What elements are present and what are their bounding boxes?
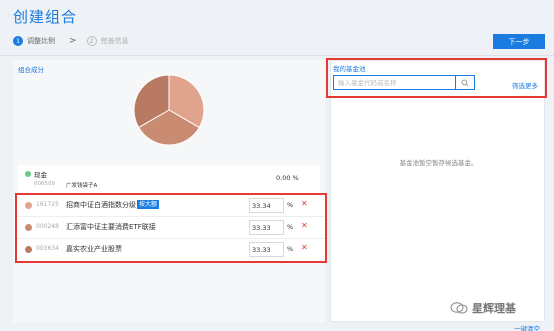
step-2: 2 完善信息	[86, 36, 129, 46]
holding-color-dot-icon	[25, 246, 32, 253]
cash-fund-name: 广发钱袋子A	[66, 183, 98, 189]
allocation-pie-chart	[133, 74, 205, 146]
cash-fund-code: 000509	[34, 181, 55, 187]
holdings-list: 161725 招商中证白酒指数分级 按大额 % ✕ 000248 汇添富中证主要…	[15, 193, 327, 263]
composition-label: 组合成分	[18, 66, 44, 74]
chevron-right-icon: >	[69, 36, 77, 46]
filter-more-link[interactable]: 筛选更多	[512, 80, 538, 90]
holding-code: 000248	[36, 223, 59, 230]
step-2-label: 完善信息	[100, 37, 129, 45]
composition-panel: 组合成分 现金 000509 广发钱袋子A 0.00 %	[13, 60, 325, 322]
header-divider	[0, 55, 554, 56]
cash-label: 现金	[34, 171, 47, 179]
holding-row: 003634 嘉实农业产业股票 % ✕	[17, 239, 325, 261]
watermark: 星辉理基	[450, 300, 516, 316]
fund-pool-search-section: 我的基金池 筛选更多	[326, 58, 547, 98]
search-icon	[461, 78, 469, 87]
percent-sign: %	[287, 245, 294, 253]
holding-weight-input[interactable]	[249, 242, 284, 257]
clear-all-link[interactable]: 一键清空	[514, 323, 540, 331]
percent-sign: %	[287, 201, 294, 209]
cash-row: 现金 000509 广发钱袋子A 0.00 %	[18, 165, 320, 193]
watermark-text: 星辉理基	[472, 302, 516, 315]
holding-tag-badge: 按大额	[137, 200, 160, 209]
fund-search-input[interactable]	[333, 75, 455, 90]
cash-dot-icon	[25, 171, 31, 177]
delete-icon[interactable]: ✕	[301, 221, 308, 230]
step-1: 1 调整比例	[13, 36, 55, 46]
holding-color-dot-icon	[25, 224, 32, 231]
next-step-button[interactable]: 下一步	[493, 34, 545, 49]
holding-code: 003634	[36, 245, 59, 252]
step-indicator: 1 调整比例 > 2 完善信息	[13, 36, 129, 46]
page-title: 创建组合	[13, 8, 78, 26]
holding-row: 000248 汇添富中证主要消费ETF联接 % ✕	[17, 217, 325, 239]
search-button[interactable]	[455, 75, 475, 90]
step-2-number: 2	[86, 36, 97, 46]
fund-pool-title: 我的基金池	[333, 65, 366, 73]
holding-code: 161725	[36, 201, 59, 208]
step-1-label: 调整比例	[27, 37, 55, 45]
cash-percentage: 0.00 %	[276, 174, 299, 182]
delete-icon[interactable]: ✕	[301, 199, 308, 208]
holding-name[interactable]: 汇添富中证主要消费ETF联接	[66, 222, 156, 232]
holding-row: 161725 招商中证白酒指数分级 按大额 % ✕	[17, 195, 325, 217]
holding-name[interactable]: 招商中证白酒指数分级	[66, 200, 136, 210]
percent-sign: %	[287, 223, 294, 231]
holding-name[interactable]: 嘉实农业产业股票	[66, 244, 122, 254]
fund-pool-panel: 基金池暂空暂存候选基金。	[330, 60, 545, 322]
step-1-number: 1	[13, 36, 23, 46]
wechat-icon	[450, 302, 468, 314]
empty-pool-message: 基金池暂空暂存候选基金。	[399, 159, 478, 167]
holding-color-dot-icon	[25, 202, 32, 209]
holding-weight-input[interactable]	[249, 198, 284, 213]
holding-weight-input[interactable]	[249, 220, 284, 235]
delete-icon[interactable]: ✕	[301, 243, 308, 252]
